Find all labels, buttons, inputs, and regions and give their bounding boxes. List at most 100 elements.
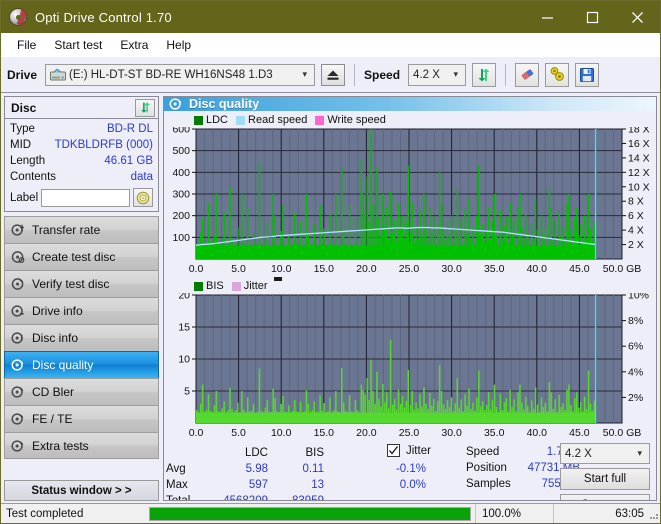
eject-button[interactable] bbox=[321, 63, 346, 86]
save-icon bbox=[580, 67, 595, 82]
svg-text:8 X: 8 X bbox=[628, 196, 644, 208]
sidebar-item-cd-bler[interactable]: CD Bler bbox=[4, 378, 159, 405]
menu-help[interactable]: Help bbox=[157, 35, 200, 55]
legend-label-write-speed: Write speed bbox=[327, 114, 386, 126]
svg-text:10.0: 10.0 bbox=[271, 427, 292, 439]
disc-key-contents: Contents bbox=[10, 171, 57, 183]
stats-panel: LDC BIS Avg 5.98 0.11 -0.1% Max 597 13 0… bbox=[164, 441, 656, 500]
svg-text:0.0: 0.0 bbox=[189, 427, 204, 439]
tools-button[interactable] bbox=[545, 62, 570, 87]
svg-text:10%: 10% bbox=[628, 293, 649, 302]
disc-refresh-button[interactable] bbox=[135, 98, 155, 117]
disc-label-row: Label bbox=[10, 188, 153, 207]
app-window: Opti Drive Control 1.70 File Start test … bbox=[0, 0, 661, 524]
svg-text:6%: 6% bbox=[628, 341, 643, 353]
erase-button[interactable] bbox=[515, 62, 540, 87]
speed-caption: Speed bbox=[466, 446, 500, 458]
ldc-plot: 100 200 300 400 500 600 2 X 4 X 6 X 8 X 10 X 12 X 14… bbox=[164, 127, 656, 277]
drive-label: Drive bbox=[7, 67, 38, 82]
stats-row-total: Total 4568209 83959 bbox=[164, 493, 428, 500]
menu-start-test[interactable]: Start test bbox=[45, 35, 111, 55]
minimize-button[interactable] bbox=[525, 1, 570, 33]
start-full-button[interactable]: Start full bbox=[560, 468, 650, 490]
stats-rowlabel-max: Max bbox=[166, 479, 188, 491]
legend-swatch-read-speed bbox=[236, 115, 246, 125]
svg-text:45.0: 45.0 bbox=[569, 427, 590, 439]
sidebar-item-drive-info[interactable]: Drive info bbox=[4, 297, 159, 324]
sidebar-item-verify-test-disc[interactable]: Verify test disc bbox=[4, 270, 159, 297]
speed-select[interactable]: 4.2 X ▾ bbox=[408, 63, 467, 86]
title-bar: Opti Drive Control 1.70 bbox=[1, 1, 660, 33]
disc-quality-icon bbox=[169, 98, 182, 110]
sidebar-item-fe-te[interactable]: FE / TE bbox=[4, 405, 159, 432]
disc-label-input[interactable] bbox=[41, 188, 130, 207]
disc-row-length: Length 46.61 GB bbox=[10, 154, 153, 169]
svg-text:15.0: 15.0 bbox=[314, 263, 335, 275]
sidebar-label: Extra tests bbox=[32, 438, 89, 453]
cd-bler-icon bbox=[11, 386, 24, 398]
legend-jitter: Jitter bbox=[231, 280, 268, 292]
disc-label-button[interactable] bbox=[133, 188, 153, 207]
jitter-label: Jitter bbox=[406, 444, 431, 457]
svg-text:2 X: 2 X bbox=[628, 239, 644, 251]
sidebar-label: FE / TE bbox=[32, 412, 73, 426]
start-part-button[interactable]: Start part bbox=[560, 494, 650, 500]
close-button[interactable] bbox=[615, 1, 660, 33]
menu-bar: File Start test Extra Help bbox=[1, 33, 660, 57]
sidebar-label: Verify test disc bbox=[32, 277, 110, 291]
svg-text:4%: 4% bbox=[628, 366, 643, 378]
menu-file[interactable]: File bbox=[8, 35, 45, 55]
window-title: Opti Drive Control 1.70 bbox=[35, 9, 172, 25]
stats-col-ldc: LDC bbox=[244, 447, 268, 459]
sidebar-label: Transfer rate bbox=[32, 223, 101, 237]
svg-text:18 X: 18 X bbox=[628, 127, 650, 136]
legend-swatch-bis bbox=[194, 281, 203, 291]
main-body: Disc Type BD-R DL MID TDKBLDRFB (000) Le… bbox=[1, 93, 660, 501]
resize-grip-icon[interactable] bbox=[649, 510, 659, 520]
disc-key-length: Length bbox=[10, 155, 46, 167]
toolbar: Drive (E:) HL-DT-ST BD-RE WH16NS48 1.D3 … bbox=[1, 57, 660, 93]
speed-label: Speed bbox=[364, 67, 401, 82]
drive-select[interactable]: (E:) HL-DT-ST BD-RE WH16NS48 1.D3 ▾ bbox=[45, 63, 316, 86]
sidebar-item-transfer-rate[interactable]: Transfer rate bbox=[4, 216, 159, 243]
legend-bis: BIS bbox=[194, 280, 224, 292]
drive-info-icon bbox=[11, 305, 24, 317]
chevron-down-icon: ▾ bbox=[302, 69, 308, 79]
svg-text:45.0: 45.0 bbox=[569, 263, 590, 275]
disc-key-type: Type bbox=[10, 123, 35, 135]
disc-value-length: 46.61 GB bbox=[104, 155, 153, 167]
sidebar-item-extra-tests[interactable]: Extra tests bbox=[4, 432, 159, 459]
disc-info-box: Disc Type BD-R DL MID TDKBLDRFB (000) Le… bbox=[4, 96, 159, 212]
disc-box-title: Disc bbox=[11, 100, 37, 115]
disc-value-mid: TDKBLDRFB (000) bbox=[54, 139, 153, 151]
svg-text:15: 15 bbox=[178, 322, 190, 334]
refresh-button[interactable] bbox=[472, 62, 497, 87]
verify-test-disc-icon bbox=[11, 278, 24, 290]
disc-row-contents: Contents data bbox=[10, 170, 153, 185]
svg-text:600: 600 bbox=[172, 127, 190, 136]
sidebar-item-disc-info[interactable]: Disc info bbox=[4, 324, 159, 351]
tools-icon bbox=[550, 67, 564, 81]
jitter-checkbox[interactable] bbox=[387, 444, 400, 457]
maximize-button[interactable] bbox=[570, 1, 615, 33]
legend-label-read-speed: Read speed bbox=[248, 114, 308, 126]
fe-te-icon bbox=[11, 413, 24, 425]
menu-extra[interactable]: Extra bbox=[111, 35, 157, 55]
drive-icon bbox=[50, 68, 67, 80]
svg-text:2%: 2% bbox=[628, 392, 643, 404]
transfer-rate-icon bbox=[11, 224, 25, 236]
chevron-down-icon: ▾ bbox=[637, 448, 642, 458]
test-speed-select[interactable]: 4.2 X ▾ bbox=[560, 443, 650, 464]
disc-value-contents: data bbox=[130, 171, 153, 183]
speed-value: 4.2 X bbox=[413, 68, 440, 81]
drive-value: (E:) HL-DT-ST BD-RE WH16NS48 1.D3 bbox=[69, 68, 273, 81]
check-icon bbox=[389, 446, 399, 455]
jitter-toggle-group[interactable]: Jitter bbox=[387, 444, 431, 457]
sidebar-item-create-test-disc[interactable]: Create test disc bbox=[4, 243, 159, 270]
jitter-marker bbox=[274, 277, 282, 281]
sidebar-item-disc-quality[interactable]: Disc quality bbox=[4, 351, 159, 378]
status-window-button[interactable]: Status window > > bbox=[4, 480, 159, 501]
ldc-legend: LDC Read speed Write speed bbox=[164, 113, 656, 127]
sidebar-label: Create test disc bbox=[32, 250, 116, 264]
save-button[interactable] bbox=[575, 62, 600, 87]
